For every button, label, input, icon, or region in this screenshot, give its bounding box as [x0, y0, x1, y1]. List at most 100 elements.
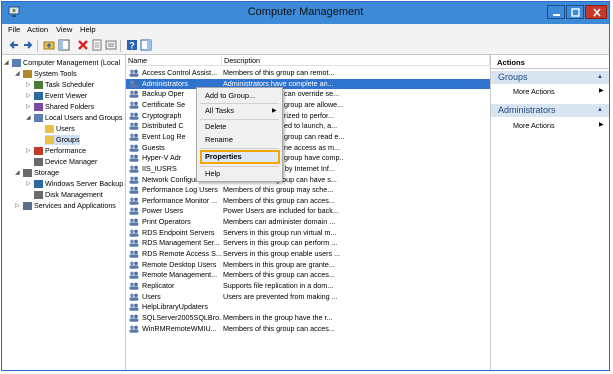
tree-item-services-and-applications[interactable]: Services and Applications	[23, 201, 116, 211]
table-row[interactable]: RDS Remote Access S... Servers in this gr…	[126, 249, 490, 260]
collapsed-arrow-icon[interactable]: ▷	[26, 147, 31, 154]
more-actions-administrators[interactable]: More Actions	[513, 121, 555, 130]
tree-item-task-scheduler[interactable]: Task Scheduler	[34, 80, 94, 90]
expanded-arrow-icon[interactable]: ◢	[15, 70, 20, 77]
close-button[interactable]	[585, 5, 607, 19]
group-icon	[129, 293, 139, 301]
tree-item-device-manager[interactable]: Device Manager	[34, 157, 97, 167]
show-hide-tree-icon[interactable]	[58, 39, 70, 51]
table-row[interactable]: Access Control Assist... Members of this …	[126, 68, 490, 79]
tree-item-shared-folders[interactable]: Shared Folders	[34, 102, 94, 112]
row-description: ne access as m...	[284, 142, 340, 152]
minimize-button[interactable]	[547, 5, 565, 19]
node-icon	[34, 147, 43, 156]
row-name: Performance Monitor ...	[142, 195, 218, 205]
group-icon	[129, 176, 139, 184]
table-row[interactable]: Replicator Supports file replication in a…	[126, 281, 490, 292]
table-row[interactable]: RDS Endpoint Servers Servers in this grou…	[126, 228, 490, 239]
table-row[interactable]: Network Configuratio...Members in this g…	[126, 175, 490, 186]
more-actions-administrators-label: More Actions	[513, 121, 555, 130]
tree-item-system-tools[interactable]: System Tools	[23, 69, 77, 79]
group-icon	[129, 133, 139, 141]
row-description: Members of this group may sche...	[223, 185, 334, 195]
table-row[interactable]: IIS_IUSRSBuilt-in group used by Internet…	[126, 164, 490, 175]
actions-group-groups[interactable]: Groups ▲	[491, 71, 609, 84]
tree-item-label: System Tools	[34, 69, 77, 78]
expanded-arrow-icon[interactable]: ◢	[26, 114, 31, 121]
menu-file[interactable]: File	[8, 25, 20, 34]
table-row[interactable]: RDS Management Ser... Servers in this gro…	[126, 238, 490, 249]
table-row[interactable]: Hyper-V Adr group have comp...	[126, 153, 490, 164]
tree-item-storage[interactable]: Storage	[23, 168, 59, 178]
group-icon	[129, 122, 139, 130]
menu-view[interactable]: View	[56, 25, 72, 34]
group-icon	[129, 282, 139, 290]
table-row[interactable]: Performance Log Users Members of this gro…	[126, 185, 490, 196]
column-description-header[interactable]: Description	[222, 55, 490, 66]
context-properties[interactable]: Properties	[197, 151, 282, 163]
tree-item-event-viewer[interactable]: Event Viewer	[34, 91, 87, 101]
table-row[interactable]: Distributed Ced to launch, a...	[126, 121, 490, 132]
tree-item-disk-management[interactable]: Disk Management	[34, 190, 103, 200]
table-row[interactable]: WinRMRemoteWMIU... Members of this group …	[126, 324, 490, 335]
collapsed-arrow-icon[interactable]: ▷	[26, 103, 31, 110]
tree-item-groups[interactable]: Groups	[45, 135, 80, 145]
collapsed-arrow-icon[interactable]: ▷	[26, 92, 31, 99]
table-row[interactable]: Event Log Re group can read e...	[126, 132, 490, 143]
actions-pane: Actions Groups ▲ More Actions ▶ Administ…	[491, 55, 609, 370]
context-all-tasks[interactable]: All Tasks ▶	[197, 105, 282, 117]
tree-item-performance[interactable]: Performance	[34, 146, 86, 156]
show-action-pane-icon[interactable]	[140, 39, 152, 51]
export-list-icon[interactable]	[105, 39, 117, 51]
tree-item-local-users-and-groups[interactable]: Local Users and Groups	[34, 113, 123, 123]
table-row[interactable]: Backup Oper can override se...	[126, 89, 490, 100]
menu-action[interactable]: Action	[27, 25, 48, 34]
back-arrow-icon[interactable]	[8, 39, 20, 51]
context-add-to-group[interactable]: Add to Group...	[197, 90, 282, 102]
more-actions-groups[interactable]: More Actions	[513, 87, 555, 96]
group-icon	[129, 80, 139, 88]
collapsed-arrow-icon[interactable]: ▷	[26, 81, 31, 88]
help-icon[interactable]: ?	[126, 39, 138, 51]
up-folder-icon[interactable]	[43, 39, 55, 51]
tree-item-label: Windows Server Backup	[45, 179, 124, 188]
forward-arrow-icon[interactable]	[22, 39, 34, 51]
tree-item-windows-server-backup[interactable]: Windows Server Backup	[34, 179, 123, 189]
context-rename[interactable]: Rename	[197, 134, 282, 146]
menu-help[interactable]: Help	[80, 25, 96, 34]
more-actions-groups-label: More Actions	[513, 87, 555, 96]
node-icon	[23, 169, 32, 178]
table-row[interactable]: Power Users Power Users are included for …	[126, 206, 490, 217]
group-icon	[129, 271, 139, 280]
properties-icon[interactable]	[91, 39, 103, 51]
delete-icon[interactable]	[77, 39, 89, 51]
tree-item-users[interactable]: Users	[45, 124, 75, 134]
maximize-button[interactable]	[566, 5, 584, 19]
context-help[interactable]: Help	[197, 168, 282, 180]
table-row[interactable]: Guests ne access as m...	[126, 143, 490, 154]
table-row[interactable]: Administrators Administrators have comple…	[126, 78, 490, 90]
table-row[interactable]: Users Users are prevented from making ...	[126, 292, 490, 303]
table-row[interactable]: HelpLibraryUpdaters	[126, 302, 490, 313]
groups-list[interactable]: Name Description Access Control Assist..…	[126, 55, 491, 370]
table-row[interactable]: Print Operators Members can administer do…	[126, 217, 490, 228]
table-row[interactable]: SQLServer2005SQLBro... Members in the gro…	[126, 313, 490, 324]
column-name-header[interactable]: Name	[126, 55, 222, 66]
row-description: Power Users are included for back...	[223, 206, 339, 216]
table-row[interactable]: Performance Monitor ... Members of this g…	[126, 196, 490, 207]
expanded-arrow-icon[interactable]: ◢	[4, 59, 9, 66]
tree-item-computer-management-local[interactable]: Computer Management (Local	[12, 58, 120, 68]
actions-group-administrators[interactable]: Administrators ▲	[491, 104, 609, 117]
collapsed-arrow-icon[interactable]: ▷	[26, 180, 31, 187]
table-row[interactable]: Remote Management... Members of this grou…	[126, 270, 490, 281]
context-delete[interactable]: Delete	[197, 121, 282, 133]
title-bar[interactable]: Computer Management	[2, 2, 609, 24]
table-row[interactable]: Certificate Se group are allowe...	[126, 100, 490, 111]
expanded-arrow-icon[interactable]: ◢	[15, 169, 20, 176]
console-tree[interactable]: Computer Management (Local ◢ System Tools ◢…	[2, 55, 126, 370]
table-row[interactable]: Cryptograph rized to perfor...	[126, 111, 490, 122]
collapsed-arrow-icon[interactable]: ▷	[15, 202, 20, 209]
group-icon	[129, 314, 139, 322]
row-name: SQLServer2005SQLBro...	[142, 312, 222, 322]
table-row[interactable]: Remote Desktop Users Members in this grou…	[126, 260, 490, 271]
